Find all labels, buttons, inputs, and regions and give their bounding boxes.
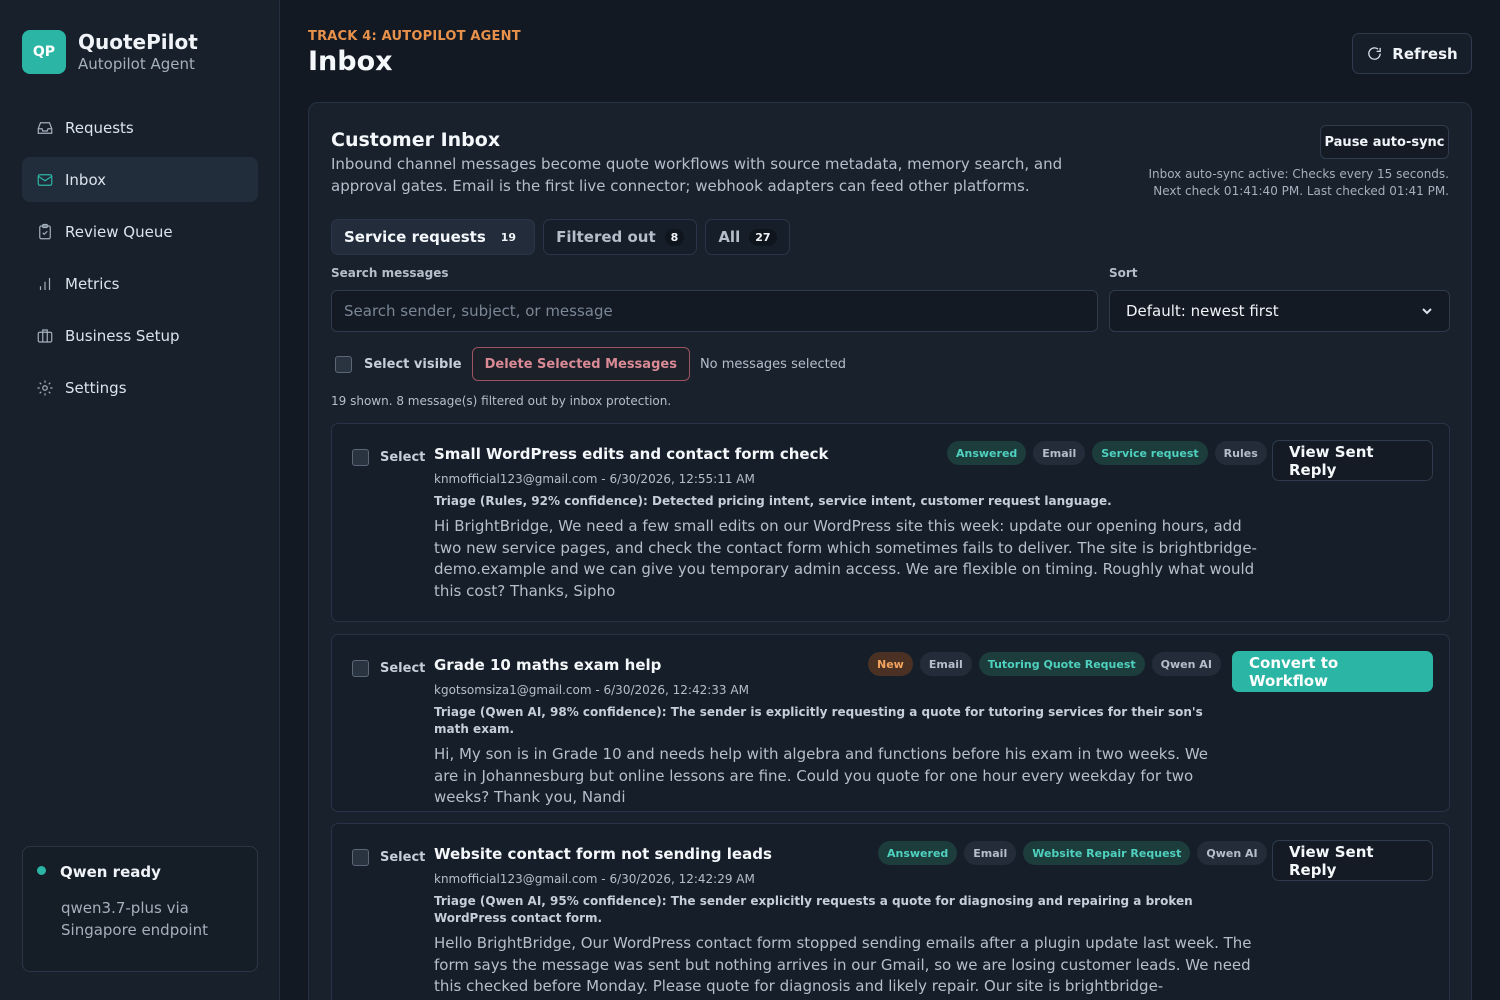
message-tags: Answered Email Website Repair Request Qw… (871, 841, 1267, 865)
message-body: Hi, My son is in Grade 10 and needs help… (434, 745, 1209, 806)
category-badge: Service request (1092, 441, 1208, 465)
message-triage: Triage (Qwen AI, 95% confidence): The se… (434, 894, 1193, 925)
brand-logo: QP (22, 30, 66, 74)
brand-subtitle: Autopilot Agent (78, 55, 195, 73)
convert-to-workflow-button[interactable]: Convert to Workflow (1232, 651, 1433, 692)
message-select-label[interactable]: Select (380, 661, 425, 676)
status-badge: New (868, 652, 913, 676)
triage-source-badge: Rules (1214, 441, 1267, 465)
message-card: Select Small WordPress edits and contact… (331, 423, 1450, 622)
category-badge: Website Repair Request (1023, 841, 1191, 865)
view-sent-reply-button[interactable]: View Sent Reply (1272, 840, 1433, 881)
tab-count-badge: 8 (664, 228, 685, 246)
message-card: Select Website contact form not sending … (331, 823, 1450, 1000)
panel-description: Inbound channel messages become quote wo… (331, 155, 1063, 195)
channel-badge: Email (1033, 441, 1086, 465)
bar-chart-icon (36, 275, 54, 293)
message-select-checkbox[interactable] (352, 660, 369, 677)
clipboard-check-icon (36, 223, 54, 241)
message-select-label[interactable]: Select (380, 450, 425, 465)
category-badge: Tutoring Quote Request (978, 652, 1145, 676)
select-visible-checkbox[interactable] (335, 355, 352, 373)
sidebar-nav: Requests Inbox Review Queue Metrics Busi… (22, 105, 258, 417)
message-select-label[interactable]: Select (380, 850, 425, 865)
status-badge: Answered (878, 841, 958, 865)
inbox-tray-icon (36, 119, 54, 137)
tab-service-requests[interactable]: Service requests 19 (331, 219, 536, 255)
chevron-down-icon (1422, 308, 1432, 315)
refresh-icon (1368, 47, 1382, 60)
bulk-actions: Select visible Delete Selected Messages … (335, 346, 846, 382)
page-eyebrow: TRACK 4: AUTOPILOT AGENT (308, 29, 521, 44)
inbox-tabs: Service requests 19 Filtered out 8 All 2… (331, 219, 798, 255)
channel-badge: Email (964, 841, 1017, 865)
tab-label: All (718, 228, 741, 246)
tab-count-badge: 27 (749, 228, 777, 246)
tab-filtered-out[interactable]: Filtered out 8 (543, 219, 698, 255)
tab-count-badge: 19 (500, 230, 517, 244)
delete-selected-button[interactable]: Delete Selected Messages (471, 347, 690, 381)
tab-label: Filtered out (556, 228, 656, 246)
sort-label: Sort (1109, 266, 1138, 280)
sidebar-item-label: Settings (65, 378, 127, 397)
message-card: Select Grade 10 maths exam help kgotsoms… (331, 634, 1450, 812)
tab-all[interactable]: All 27 (705, 219, 790, 255)
brand-name: QuotePilot (78, 30, 198, 54)
main-content: TRACK 4: AUTOPILOT AGENT Inbox Refresh C… (280, 0, 1500, 1000)
gear-icon (36, 379, 54, 397)
pause-auto-sync-button[interactable]: Pause auto-sync (1320, 125, 1449, 159)
message-meta: kgotsomsiza1@gmail.com - 6/30/2026, 12:4… (434, 683, 749, 697)
sidebar-item-business-setup[interactable]: Business Setup (22, 313, 258, 358)
message-meta: knmofficial123@gmail.com - 6/30/2026, 12… (434, 872, 755, 886)
customer-inbox-panel: Customer Inbox Inbound channel messages … (308, 102, 1472, 1000)
sync-status-note: Inbox auto-sync active: Checks every 15 … (1148, 167, 1449, 198)
message-select-checkbox[interactable] (352, 849, 369, 866)
selection-status: No messages selected (699, 356, 846, 372)
status-dot-icon (37, 865, 46, 875)
sidebar: QP QuotePilot Autopilot Agent Requests I… (0, 0, 280, 1000)
message-triage: Triage (Qwen AI, 98% confidence): The se… (434, 705, 1203, 736)
sidebar-item-settings[interactable]: Settings (22, 365, 258, 410)
sidebar-item-label: Business Setup (65, 326, 180, 345)
brand: QP QuotePilot Autopilot Agent (22, 30, 198, 74)
sidebar-item-label: Metrics (65, 274, 120, 293)
message-body: Hello BrightBridge, Our WordPress contac… (434, 934, 1252, 1000)
search-label: Search messages (331, 266, 449, 280)
triage-source-badge: Qwen AI (1197, 841, 1267, 865)
model-status-card: Qwen ready qwen3.7-plus via Singapore en… (22, 846, 258, 972)
channel-badge: Email (919, 652, 972, 676)
message-tags: Answered Email Service request Rules (940, 441, 1267, 465)
mail-icon (36, 171, 54, 189)
sidebar-item-label: Requests (65, 118, 134, 137)
message-tags: New Email Tutoring Quote Request Qwen AI (861, 652, 1221, 676)
select-visible-label[interactable]: Select visible (364, 357, 462, 372)
page-title: Inbox (308, 46, 393, 77)
message-body: Hi BrightBridge, We need a few small edi… (434, 517, 1257, 600)
sidebar-item-label: Review Queue (65, 222, 173, 241)
refresh-button[interactable]: Refresh (1352, 33, 1472, 74)
message-meta: knmofficial123@gmail.com - 6/30/2026, 12… (434, 472, 755, 486)
status-description: qwen3.7-plus via Singapore endpoint (61, 899, 208, 939)
sidebar-item-label: Inbox (65, 170, 107, 189)
triage-source-badge: Qwen AI (1151, 652, 1221, 676)
message-select-checkbox[interactable] (352, 449, 369, 466)
briefcase-icon (36, 327, 54, 345)
sort-select[interactable]: Default: newest first (1109, 290, 1450, 332)
sort-selected-value: Default: newest first (1126, 302, 1279, 320)
message-triage: Triage (Rules, 92% confidence): Detected… (434, 494, 1112, 508)
view-sent-reply-button[interactable]: View Sent Reply (1272, 440, 1433, 481)
refresh-button-label: Refresh (1392, 44, 1458, 63)
status-badge: Answered (947, 441, 1027, 465)
sidebar-item-metrics[interactable]: Metrics (22, 261, 258, 306)
sidebar-item-requests[interactable]: Requests (22, 105, 258, 150)
search-input[interactable] (331, 290, 1098, 332)
sidebar-item-inbox[interactable]: Inbox (22, 157, 258, 202)
status-title: Qwen ready (60, 863, 161, 881)
sidebar-item-review-queue[interactable]: Review Queue (22, 209, 258, 254)
panel-title: Customer Inbox (331, 129, 501, 151)
tab-label: Service requests (344, 228, 486, 246)
results-summary: 19 shown. 8 message(s) filtered out by i… (331, 394, 672, 408)
